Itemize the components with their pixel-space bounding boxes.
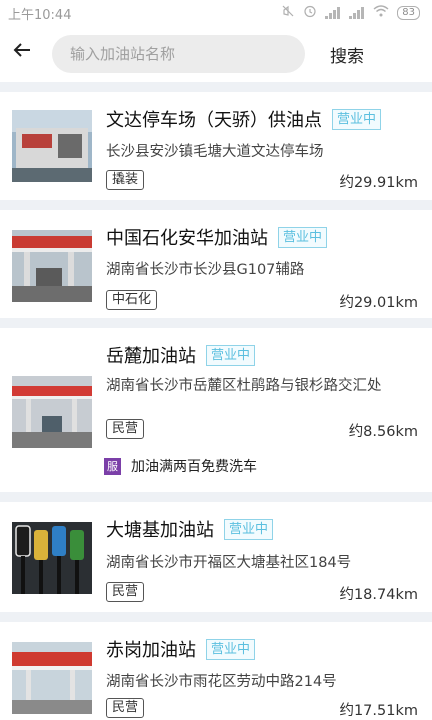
station-address: 湖南省长沙市开福区大塘基社区184号 <box>106 555 352 571</box>
station-name: 文达停车场（天骄）供油点 <box>106 110 322 131</box>
search-box[interactable] <box>52 35 305 73</box>
station-type-tag: 中石化 <box>106 290 158 310</box>
status-badge: 营业中 <box>206 638 256 660</box>
station-address: 长沙县安沙镇毛塘大道文达停车场 <box>106 144 324 160</box>
station-photo <box>12 110 92 182</box>
promo-text: 加油满两百免费洗车 <box>131 459 257 475</box>
station-type-tag: 民营 <box>106 419 145 439</box>
station-name: 中国石化安华加油站 <box>106 228 268 249</box>
status-time: 上午10:44 <box>8 7 72 23</box>
station-photo <box>12 642 92 714</box>
station-address: 湖南省长沙市雨花区劳动中路214号 <box>106 674 337 690</box>
station-name: 大塘基加油站 <box>106 520 214 541</box>
promo-row: 服 加油满两百免费洗车 <box>104 456 257 476</box>
station-name-row: 岳麓加油站 营业中 <box>106 342 256 368</box>
signal-icon <box>325 7 341 19</box>
status-icons: 83 <box>281 4 420 22</box>
station-card[interactable]: 岳麓加油站 营业中 湖南省长沙市岳麓区杜鹃路与银杉路交汇处 民营 约8.56km… <box>0 328 432 492</box>
station-name-row: 赤岗加油站 营业中 <box>106 636 256 662</box>
mute-icon <box>281 4 295 22</box>
station-distance: 约29.01km <box>339 295 418 311</box>
station-card[interactable]: 大塘基加油站 营业中 湖南省长沙市开福区大塘基社区184号 民营 约18.74k… <box>0 502 432 612</box>
status-badge: 营业中 <box>332 108 382 130</box>
station-name: 岳麓加油站 <box>106 346 196 367</box>
station-distance: 约18.74km <box>339 587 418 603</box>
status-badge: 营业中 <box>224 518 274 540</box>
station-card[interactable]: 赤岗加油站 营业中 湖南省长沙市雨花区劳动中路214号 民营 约17.51km <box>0 622 432 720</box>
station-name: 赤岗加油站 <box>106 640 196 661</box>
service-icon: 服 <box>104 457 121 475</box>
station-photo <box>12 230 92 302</box>
battery-icon: 83 <box>397 6 420 20</box>
station-name-row: 中国石化安华加油站 营业中 <box>106 224 328 250</box>
status-badge: 营业中 <box>278 226 328 248</box>
station-card[interactable]: 文达停车场（天骄）供油点 营业中 长沙县安沙镇毛塘大道文达停车场 撬装 约29.… <box>0 92 432 200</box>
station-distance: 约17.51km <box>339 703 418 719</box>
station-photo <box>12 376 92 448</box>
station-type-tag: 民营 <box>106 698 145 718</box>
station-distance: 约8.56km <box>348 424 418 440</box>
station-address: 湖南省长沙市岳麓区杜鹃路与银杉路交汇处 <box>106 378 382 394</box>
search-button[interactable]: 搜索 <box>330 42 364 67</box>
station-photo <box>12 522 92 594</box>
status-badge: 营业中 <box>206 344 256 366</box>
signal-icon <box>349 7 365 19</box>
wifi-icon <box>373 5 389 21</box>
status-bar: 上午10:44 83 <box>0 0 432 26</box>
station-distance: 约29.91km <box>339 175 418 191</box>
search-input[interactable] <box>70 45 305 63</box>
search-bar: 搜索 <box>0 26 432 82</box>
station-type-tag: 民营 <box>106 582 145 602</box>
station-name-row: 文达停车场（天骄）供油点 营业中 <box>106 106 382 132</box>
station-address: 湖南省长沙市长沙县G107辅路 <box>106 262 305 278</box>
station-card[interactable]: 中国石化安华加油站 营业中 湖南省长沙市长沙县G107辅路 中石化 约29.01… <box>0 210 432 318</box>
station-name-row: 大塘基加油站 营业中 <box>106 516 274 542</box>
station-type-tag: 撬装 <box>106 170 145 190</box>
alarm-icon <box>303 4 317 22</box>
back-arrow-icon[interactable] <box>12 40 34 64</box>
